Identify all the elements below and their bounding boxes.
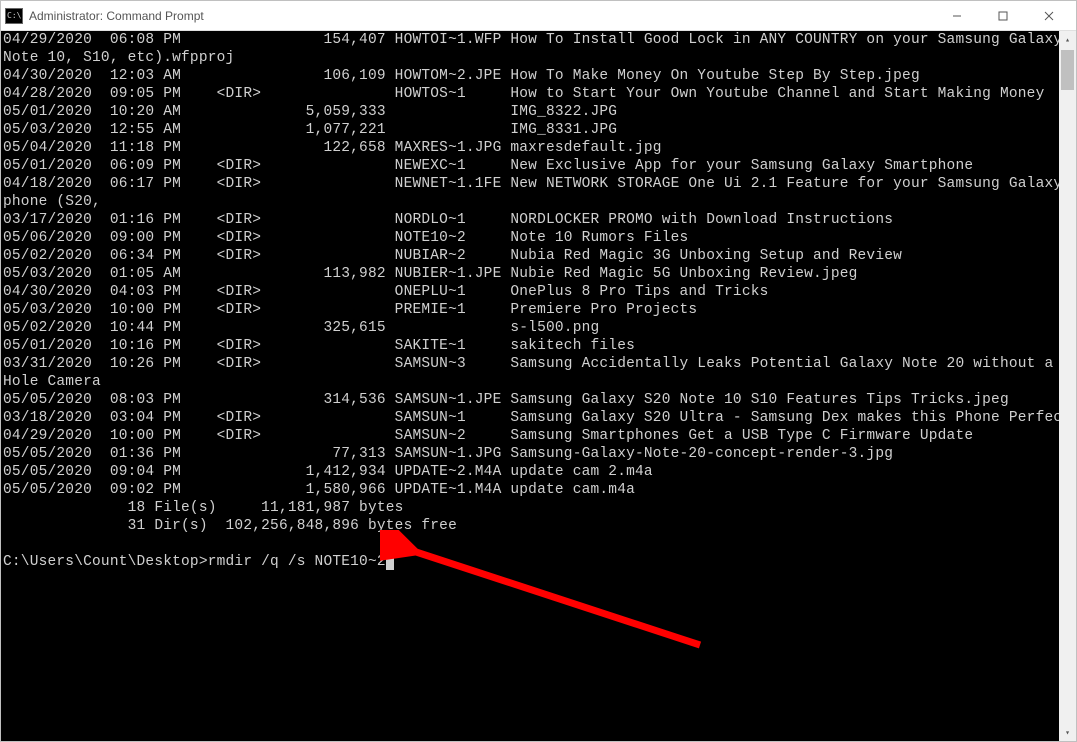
window-controls [934,1,1072,31]
maximize-button[interactable] [980,1,1026,31]
cmd-icon: C:\ [5,8,23,24]
titlebar[interactable]: C:\ Administrator: Command Prompt [1,1,1076,31]
minimize-button[interactable] [934,1,980,31]
close-button[interactable] [1026,1,1072,31]
window-title: Administrator: Command Prompt [29,9,934,23]
terminal-output[interactable]: 04/29/2020 06:08 PM 154,407 HOWTOI~1.WFP… [1,31,1059,741]
scrollbar-thumb[interactable] [1061,50,1074,90]
scroll-down-button[interactable]: ▾ [1059,724,1076,741]
command-prompt-window: C:\ Administrator: Command Prompt 04/29/… [0,0,1077,742]
scrollbar-track[interactable] [1059,48,1076,724]
text-cursor [386,554,394,570]
scrollbar[interactable]: ▴ ▾ [1059,31,1076,741]
scroll-up-button[interactable]: ▴ [1059,31,1076,48]
